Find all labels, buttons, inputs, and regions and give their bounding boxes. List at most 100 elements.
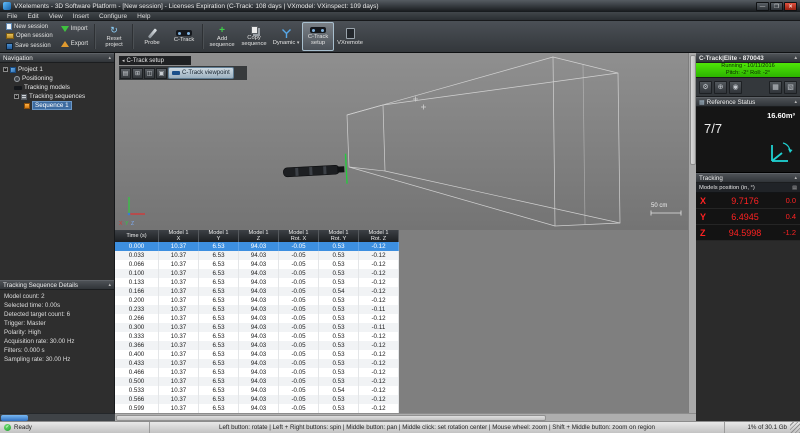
- expander-icon[interactable]: -: [3, 67, 8, 72]
- new-session-button[interactable]: New session: [4, 22, 55, 31]
- reference-status-header[interactable]: ▦ Reference Status ▴: [696, 97, 800, 107]
- tracking-data-table: Time (s)Model 1XModel 1YModel 1ZModel 1R…: [115, 230, 399, 413]
- table-cell: 0.53: [319, 251, 359, 260]
- collapse-icon[interactable]: ▴: [794, 99, 797, 105]
- column-header-rot-x[interactable]: Model 1Rot. X: [279, 230, 319, 242]
- ctrack-panel-header[interactable]: C-Track|Elite - 870043 ▴: [696, 53, 800, 63]
- camera-view-icon[interactable]: ◉: [729, 81, 742, 94]
- view-grid-icon[interactable]: ⊞: [132, 68, 143, 79]
- detail-row: Filters: 0.000 s: [4, 346, 114, 355]
- vxremote-button[interactable]: VXremote: [334, 22, 366, 51]
- table-row[interactable]: 0.33310.376.5394.03-0.050.53-0.12: [115, 332, 399, 341]
- tree-node-sequence-1[interactable]: Sequence 1: [0, 101, 114, 110]
- table-row[interactable]: 0.43310.376.5394.03-0.050.53-0.12: [115, 359, 399, 368]
- ctrack-viewpoint-button[interactable]: C-Track viewpoint: [168, 67, 234, 79]
- grid-icon[interactable]: ▦: [769, 81, 782, 94]
- close-button[interactable]: ✕: [784, 2, 797, 11]
- table-cell: -0.05: [279, 350, 319, 359]
- collapse-icon[interactable]: ▴: [108, 55, 111, 61]
- table-cell: -0.12: [359, 260, 399, 269]
- settings-icon[interactable]: ⚙: [699, 81, 712, 94]
- tree-node-project[interactable]: - Project 1: [0, 65, 114, 74]
- overlay-header[interactable]: ◂ C-Track setup: [119, 56, 191, 65]
- view-mode-icon[interactable]: ▤: [120, 68, 131, 79]
- ctrack-setup-overlay: ◂ C-Track setup ▤ ⊞ ◫ ▣ C-Track viewpoin…: [119, 56, 247, 80]
- sequence-details-header[interactable]: Tracking Sequence Details ▴: [0, 280, 114, 290]
- menu-file[interactable]: File: [2, 12, 22, 21]
- reference-status-box: 7/7 16.60m³: [696, 107, 800, 173]
- vertical-scrollbar[interactable]: [688, 53, 696, 413]
- table-row[interactable]: 0.13310.376.5394.03-0.050.53-0.12: [115, 278, 399, 287]
- targets-icon[interactable]: ⊕: [714, 81, 727, 94]
- table-row[interactable]: 0.53310.376.5394.03-0.050.54-0.12: [115, 386, 399, 395]
- ctrack-setup-button[interactable]: C-Track setup: [302, 22, 334, 51]
- column-header-x[interactable]: Model 1X: [159, 230, 199, 242]
- save-session-button[interactable]: Save session: [4, 42, 55, 51]
- left-panel-hscrollbar[interactable]: [0, 413, 115, 421]
- table-row[interactable]: 0.03310.376.5394.03-0.050.53-0.12: [115, 251, 399, 260]
- collapse-icon[interactable]: ▴: [794, 175, 797, 181]
- table-row[interactable]: 0.10010.376.5394.03-0.050.53-0.12: [115, 269, 399, 278]
- export-button[interactable]: Export: [59, 39, 90, 48]
- ctrack-button[interactable]: C-Track: [168, 22, 200, 51]
- table-cell: -0.05: [279, 287, 319, 296]
- column-header-z[interactable]: Model 1Z: [239, 230, 279, 242]
- table-row[interactable]: 0.46610.376.5394.03-0.050.53-0.12: [115, 368, 399, 377]
- tree-node-positioning[interactable]: Positioning: [0, 74, 114, 83]
- volume-icon[interactable]: ▧: [784, 81, 797, 94]
- table-row[interactable]: 0.06610.376.5394.03-0.050.53-0.12: [115, 260, 399, 269]
- menu-configure[interactable]: Configure: [94, 12, 132, 21]
- status-bar: ✓ Ready Left button: rotate | Left + Rig…: [0, 421, 800, 433]
- table-row[interactable]: 0.00010.376.5394.03-0.050.53-0.12: [115, 242, 399, 251]
- viewport-3d[interactable]: X Y Z 50 cm ◂ C-Track setup ▤ ⊞ ◫: [115, 53, 688, 230]
- menu-insert[interactable]: Insert: [68, 12, 94, 21]
- column-header-rot-z[interactable]: Model 1Rot. Z: [359, 230, 399, 242]
- view-frame-icon[interactable]: ▣: [156, 68, 167, 79]
- tree-node-tracking-models[interactable]: Tracking models: [0, 83, 114, 92]
- table-cell: 6.53: [199, 251, 239, 260]
- table-row[interactable]: 0.36610.376.5394.03-0.050.53-0.12: [115, 341, 399, 350]
- reset-project-button[interactable]: ↻ Reset project: [98, 22, 130, 51]
- column-header-rot-y[interactable]: Model 1Rot. Y: [319, 230, 359, 242]
- open-session-button[interactable]: Open session: [4, 32, 55, 41]
- table-cell: -0.12: [359, 242, 399, 251]
- detail-row: Model count: 2: [4, 292, 114, 301]
- copy-sequence-button[interactable]: Copy sequence: [238, 22, 270, 51]
- table-row[interactable]: 0.40010.376.5394.03-0.050.53-0.12: [115, 350, 399, 359]
- table-row[interactable]: 0.50010.376.5394.03-0.050.53-0.12: [115, 377, 399, 386]
- collapse-icon[interactable]: ▴: [794, 55, 797, 61]
- resize-grip[interactable]: [790, 422, 800, 433]
- table-cell: 94.03: [239, 251, 279, 260]
- menu-view[interactable]: View: [44, 12, 68, 21]
- table-row[interactable]: 0.59910.376.5394.03-0.050.53-0.12: [115, 404, 399, 413]
- navigation-panel-header[interactable]: Navigation ▴: [0, 53, 114, 63]
- view-split-icon[interactable]: ◫: [144, 68, 155, 79]
- add-sequence-button[interactable]: + Add sequence: [206, 22, 238, 51]
- collapse-icon[interactable]: ▴: [108, 282, 111, 288]
- table-cell: 0.033: [115, 251, 159, 260]
- column-header-y[interactable]: Model 1Y: [199, 230, 239, 242]
- table-row[interactable]: 0.30010.376.5394.03-0.050.53-0.11: [115, 323, 399, 332]
- expander-icon[interactable]: -: [14, 94, 19, 99]
- column-header-time-s-[interactable]: Time (s): [115, 230, 159, 242]
- dynamic-button[interactable]: Dynamic ▾: [270, 22, 302, 51]
- table-row[interactable]: 0.26610.376.5394.03-0.050.53-0.12: [115, 314, 399, 323]
- table-cell: 94.03: [239, 341, 279, 350]
- table-row[interactable]: 0.56610.376.5394.03-0.050.53-0.12: [115, 395, 399, 404]
- tree-node-tracking-sequences[interactable]: - Tracking sequences: [0, 92, 114, 101]
- models-position-bar: Models position (in, °) ▤: [696, 183, 800, 193]
- minimize-button[interactable]: —: [756, 2, 769, 11]
- table-row[interactable]: 0.23310.376.5394.03-0.050.53-0.11: [115, 305, 399, 314]
- menu-help[interactable]: Help: [132, 12, 155, 21]
- menu-edit[interactable]: Edit: [22, 12, 43, 21]
- center-hscrollbar[interactable]: [115, 413, 696, 421]
- maximize-button[interactable]: ❐: [770, 2, 783, 11]
- probe-button[interactable]: Probe: [136, 22, 168, 51]
- table-cell: 94.03: [239, 260, 279, 269]
- tracking-header[interactable]: Tracking ▴: [696, 173, 800, 183]
- import-button[interactable]: Import: [59, 25, 90, 34]
- table-row[interactable]: 0.20010.376.5394.03-0.050.53-0.12: [115, 296, 399, 305]
- table-row[interactable]: 0.16610.376.5394.03-0.050.54-0.12: [115, 287, 399, 296]
- table-cell: 0.100: [115, 269, 159, 278]
- list-icon[interactable]: ▤: [792, 185, 797, 191]
